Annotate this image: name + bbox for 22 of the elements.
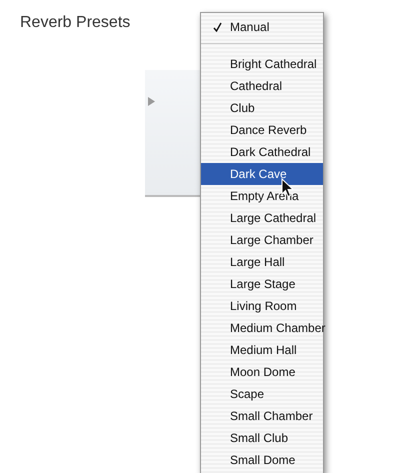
menu-item[interactable]: Medium Hall	[201, 339, 323, 361]
menu-item[interactable]: Dark Cathedral	[201, 141, 323, 163]
menu-item[interactable]: Large Chamber	[201, 229, 323, 251]
menu-item[interactable]: Large Stage	[201, 273, 323, 295]
triangle-icon	[148, 97, 155, 106]
menu-item[interactable]: Small Chamber	[201, 405, 323, 427]
menu-item[interactable]: Manual	[201, 16, 323, 38]
menu-item[interactable]: Dark Cave	[201, 163, 323, 185]
menu-item[interactable]: Scape	[201, 383, 323, 405]
menu-item[interactable]: Moon Dome	[201, 361, 323, 383]
reverb-presets-label: Reverb Presets	[20, 14, 130, 31]
menu-item[interactable]: Small Club	[201, 427, 323, 449]
menu-item[interactable]: Bright Cathedral	[201, 53, 323, 75]
menu-item[interactable]: Medium Chamber	[201, 317, 323, 339]
menu-item[interactable]: Cathedral	[201, 75, 323, 97]
menu-item[interactable]: Small Dome	[201, 449, 323, 471]
menu-item[interactable]: Club	[201, 97, 323, 119]
menu-item[interactable]: Large Cathedral	[201, 207, 323, 229]
menu-item[interactable]: Living Room	[201, 295, 323, 317]
menu-item[interactable]: Dance Reverb	[201, 119, 323, 141]
checkmark-icon	[213, 22, 222, 32]
menu-item[interactable]: Large Hall	[201, 251, 323, 273]
